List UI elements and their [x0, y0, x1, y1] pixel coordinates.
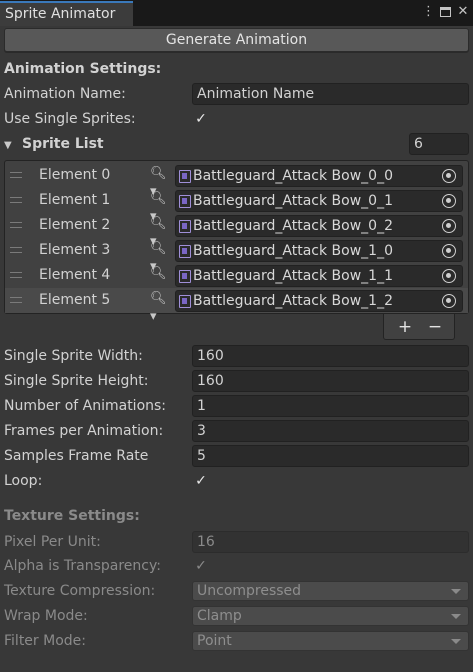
object-selector-icon[interactable] — [442, 269, 456, 283]
texture-compression-value: Uncompressed — [197, 583, 302, 599]
sprite-name: Battleguard_Attack Bow_0_0 — [193, 168, 393, 184]
list-item[interactable]: Element 4 🔍︎▾ Battleguard_Attack Bow_1_1 — [5, 263, 468, 299]
sprite-icon — [179, 170, 191, 183]
use-single-sprites-checkbox[interactable]: ✓ — [192, 110, 210, 128]
maximize-icon[interactable] — [440, 7, 451, 17]
single-sprite-height-label: Single Sprite Height: — [4, 373, 149, 389]
sprite-name: Battleguard_Attack Bow_1_1 — [193, 268, 393, 284]
object-selector-icon[interactable] — [442, 244, 456, 258]
single-sprite-width-label: Single Sprite Width: — [4, 348, 143, 364]
frames-per-animation-input[interactable]: 3 — [192, 420, 469, 442]
filter-mode-value: Point — [197, 633, 232, 649]
add-element-button[interactable]: + — [390, 316, 420, 338]
wrap-mode-label: Wrap Mode: — [4, 608, 88, 624]
list-item[interactable]: Element 0 🔍︎▾ Battleguard_Attack Bow_0_0 — [5, 163, 468, 199]
remove-element-button[interactable]: − — [420, 316, 450, 338]
element-label: Element 1 — [39, 192, 111, 208]
sprite-icon — [179, 195, 191, 208]
list-item[interactable]: Element 3 🔍︎▾ Battleguard_Attack Bow_1_0 — [5, 238, 468, 274]
list-item[interactable]: Element 2 🔍︎▾ Battleguard_Attack Bow_0_2 — [5, 213, 468, 249]
close-icon[interactable]: ✕ — [457, 4, 469, 22]
drag-handle-icon[interactable] — [10, 172, 22, 178]
wrap-mode-dropdown: Clamp — [192, 606, 469, 626]
drag-handle-icon[interactable] — [10, 247, 22, 253]
number-of-animations-label: Number of Animations: — [4, 398, 167, 414]
animation-settings-header: Animation Settings: — [4, 61, 162, 77]
samples-frame-rate-input[interactable]: 5 — [192, 445, 469, 467]
sprite-name: Battleguard_Attack Bow_1_2 — [193, 293, 393, 309]
sprite-object-field[interactable]: Battleguard_Attack Bow_0_1 — [175, 190, 463, 212]
element-label: Element 3 — [39, 242, 111, 258]
sprite-object-field[interactable]: Battleguard_Attack Bow_1_1 — [175, 265, 463, 287]
sprite-object-field[interactable]: Battleguard_Attack Bow_1_2 — [175, 290, 463, 312]
texture-compression-dropdown: Uncompressed — [192, 581, 469, 601]
sprite-list-label[interactable]: Sprite List — [22, 133, 104, 155]
pixel-per-unit-label: Pixel Per Unit: — [4, 534, 101, 550]
texture-compression-label: Texture Compression: — [4, 583, 156, 599]
sprite-object-field[interactable]: Battleguard_Attack Bow_1_0 — [175, 240, 463, 262]
foldout-arrow-icon[interactable]: ▼ — [4, 139, 14, 153]
drag-handle-icon[interactable] — [10, 272, 22, 278]
sprite-object-field[interactable]: Battleguard_Attack Bow_0_0 — [175, 165, 463, 187]
loop-label: Loop: — [4, 473, 43, 489]
drag-handle-icon[interactable] — [10, 297, 22, 303]
element-label: Element 0 — [39, 167, 111, 183]
object-picker-search-icon[interactable]: 🔍︎▾ — [150, 290, 172, 326]
chevron-down-icon — [451, 639, 461, 644]
sprite-object-field[interactable]: Battleguard_Attack Bow_0_2 — [175, 215, 463, 237]
single-sprite-width-input[interactable]: 160 — [192, 345, 469, 367]
drag-handle-icon[interactable] — [10, 222, 22, 228]
element-label: Element 2 — [39, 217, 111, 233]
frames-per-animation-label: Frames per Animation: — [4, 423, 164, 439]
tab-title: Sprite Animator — [5, 6, 116, 22]
animation-name-input[interactable]: Animation Name — [192, 83, 469, 105]
texture-settings-header: Texture Settings: — [4, 508, 140, 524]
samples-frame-rate-label: Samples Frame Rate — [4, 448, 149, 464]
list-item-selected[interactable]: Element 5 🔍︎▾ Battleguard_Attack Bow_1_2 — [5, 288, 468, 324]
use-single-sprites-label: Use Single Sprites: — [4, 111, 136, 127]
sprite-name: Battleguard_Attack Bow_0_2 — [193, 218, 393, 234]
sprite-icon — [179, 295, 191, 308]
window-controls: ⋮ ✕ — [422, 4, 469, 22]
element-label: Element 4 — [39, 267, 111, 283]
object-selector-icon[interactable] — [442, 194, 456, 208]
wrap-mode-value: Clamp — [197, 608, 242, 624]
element-label: Element 5 — [39, 292, 111, 308]
object-selector-icon[interactable] — [442, 219, 456, 233]
filter-mode-dropdown: Point — [192, 631, 469, 651]
single-sprite-height-input[interactable]: 160 — [192, 370, 469, 392]
list-item[interactable]: Element 1 🔍︎▾ Battleguard_Attack Bow_0_1 — [5, 188, 468, 224]
sprite-name: Battleguard_Attack Bow_0_1 — [193, 193, 393, 209]
sprite-name: Battleguard_Attack Bow_1_0 — [193, 243, 393, 259]
alpha-is-transparency-label: Alpha is Transparency: — [4, 558, 161, 574]
list-add-remove-bar: + − — [383, 314, 455, 340]
sprite-icon — [179, 245, 191, 258]
filter-mode-label: Filter Mode: — [4, 633, 86, 649]
drag-handle-icon[interactable] — [10, 197, 22, 203]
sprite-icon — [179, 270, 191, 283]
sprite-icon — [179, 220, 191, 233]
object-selector-icon[interactable] — [442, 169, 456, 183]
object-selector-icon[interactable] — [442, 294, 456, 308]
number-of-animations-input[interactable]: 1 — [192, 395, 469, 417]
chevron-down-icon — [451, 614, 461, 619]
generate-animation-button[interactable]: Generate Animation — [4, 28, 469, 52]
loop-checkbox[interactable]: ✓ — [192, 472, 210, 490]
alpha-is-transparency-checkbox: ✓ — [195, 558, 207, 574]
chevron-down-icon — [451, 589, 461, 594]
pixel-per-unit-input: 16 — [192, 531, 469, 553]
sprite-list-count-input[interactable]: 6 — [409, 133, 469, 155]
animation-name-label: Animation Name: — [4, 86, 126, 102]
tab-sprite-animator[interactable]: Sprite Animator — [0, 1, 133, 26]
kebab-menu-icon[interactable]: ⋮ — [422, 4, 435, 22]
